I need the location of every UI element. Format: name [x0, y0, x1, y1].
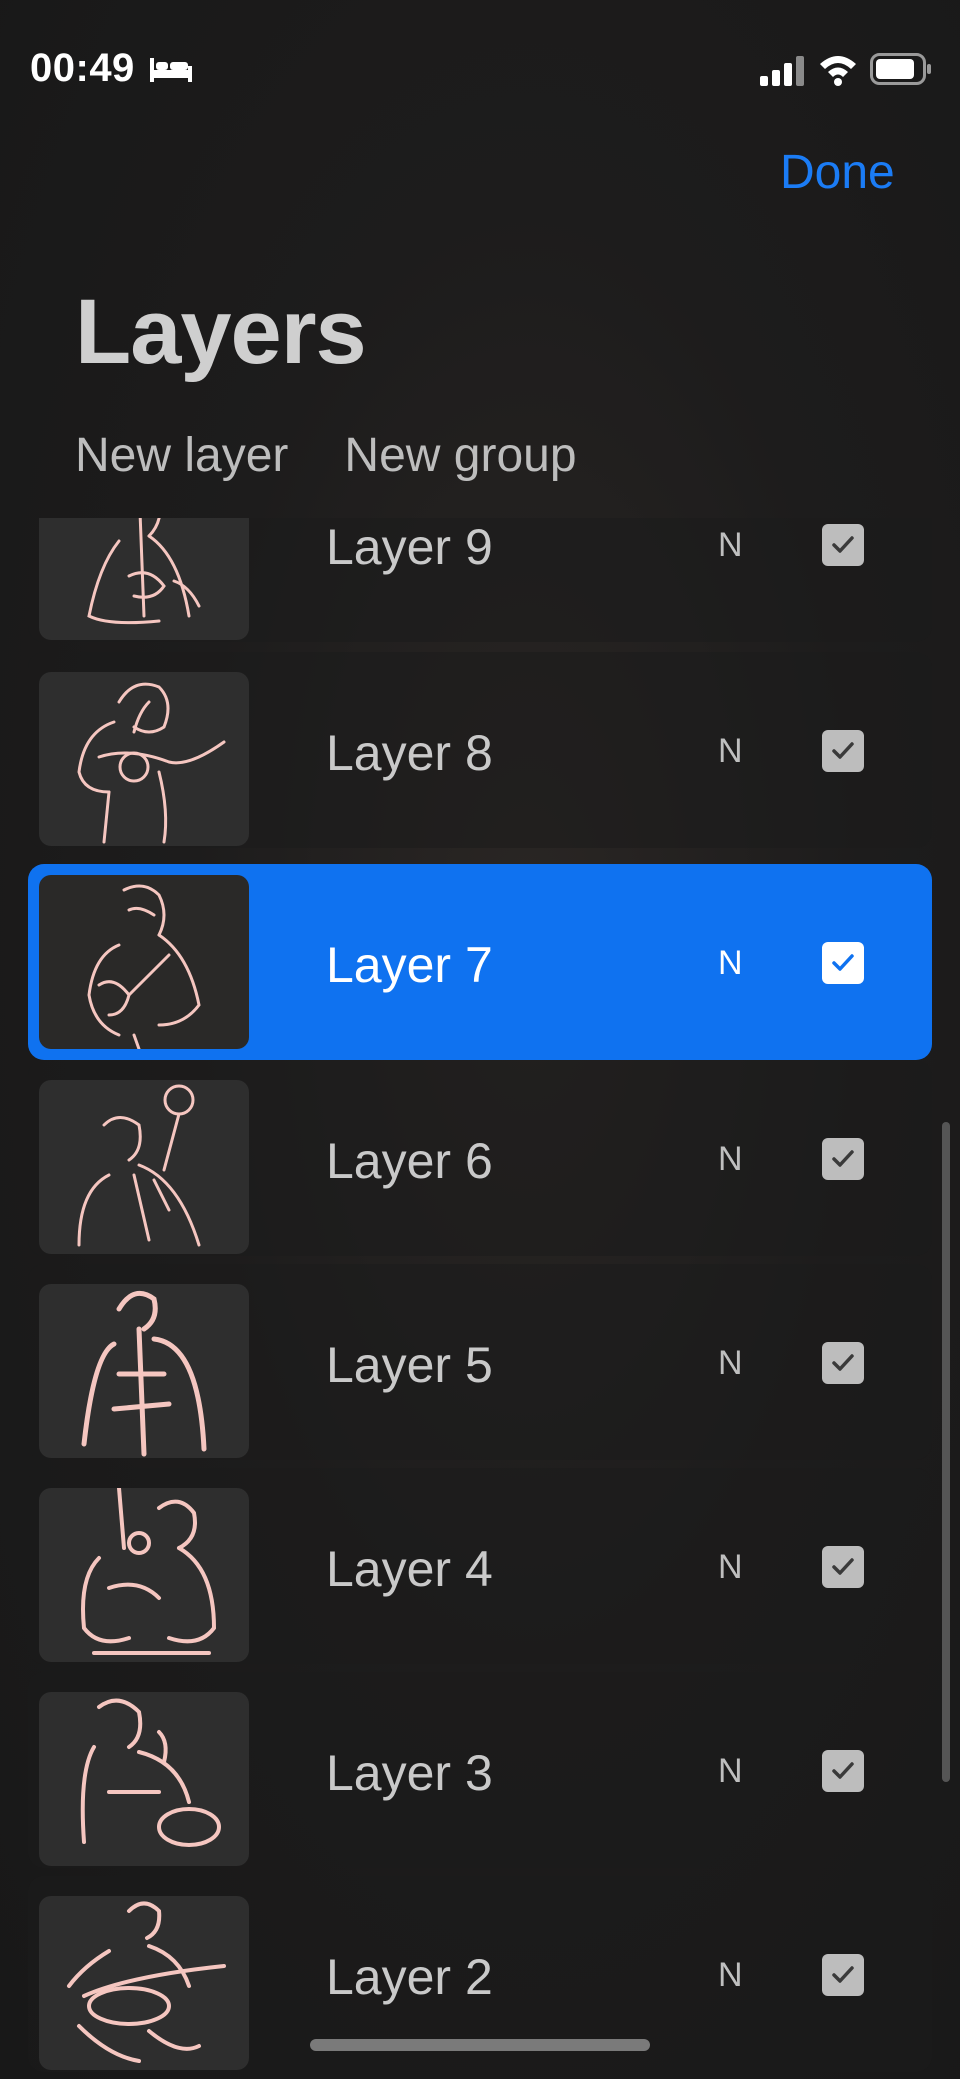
visibility-checkbox[interactable]: [822, 942, 864, 984]
visibility-checkbox[interactable]: [822, 1342, 864, 1384]
status-time: 00:49: [30, 46, 135, 90]
visibility-checkbox[interactable]: [822, 1546, 864, 1588]
blend-mode-button[interactable]: N: [718, 944, 743, 983]
layers-screen: 00:49 Done Layers New layer New group La…: [0, 0, 960, 2079]
home-indicator[interactable]: [310, 2039, 650, 2051]
blend-mode-button[interactable]: N: [718, 1752, 743, 1791]
layer-row-7[interactable]: Layer 7 N: [28, 864, 932, 1060]
layer-actions: New layer New group: [75, 428, 577, 483]
layer-thumbnail: [39, 672, 249, 846]
visibility-checkbox[interactable]: [822, 730, 864, 772]
layer-name: Layer 2: [326, 1949, 493, 2005]
new-layer-button[interactable]: New layer: [75, 428, 288, 483]
visibility-checkbox[interactable]: [822, 1750, 864, 1792]
done-button[interactable]: Done: [780, 145, 895, 200]
blend-mode-button[interactable]: N: [718, 1344, 743, 1383]
scrollbar[interactable]: [942, 1122, 950, 1782]
layer-row-4[interactable]: Layer 4 N: [28, 1468, 932, 1664]
signal-icon: [760, 56, 806, 86]
layer-name: Layer 5: [326, 1337, 493, 1393]
sleep-icon: [150, 56, 192, 82]
layer-name: Layer 7: [326, 937, 493, 993]
blend-mode-button[interactable]: N: [718, 1140, 743, 1179]
battery-icon: [870, 52, 932, 86]
layer-name: Layer 4: [326, 1541, 493, 1597]
blend-mode-button[interactable]: N: [718, 1548, 743, 1587]
layer-thumbnail: [39, 1896, 249, 2070]
layer-thumbnail: [39, 1080, 249, 1254]
blend-mode-button[interactable]: N: [718, 1956, 743, 1995]
layer-row-6[interactable]: Layer 6 N: [28, 1060, 932, 1256]
layer-thumbnail: [39, 875, 249, 1049]
layer-name: Layer 6: [326, 1133, 493, 1189]
blend-mode-button[interactable]: N: [718, 526, 743, 565]
visibility-checkbox[interactable]: [822, 1954, 864, 1996]
visibility-checkbox[interactable]: [822, 524, 864, 566]
wifi-icon: [818, 52, 858, 86]
layer-row-8[interactable]: Layer 8 N: [28, 652, 932, 848]
new-group-button[interactable]: New group: [344, 428, 576, 483]
visibility-checkbox[interactable]: [822, 1138, 864, 1180]
layer-name: Layer 9: [326, 519, 493, 575]
layer-row-3[interactable]: Layer 3 N: [28, 1672, 932, 1868]
layer-thumbnail: [39, 1284, 249, 1458]
layer-name: Layer 3: [326, 1745, 493, 1801]
layer-row-9[interactable]: Layer 9 N: [28, 518, 932, 642]
layer-name: Layer 8: [326, 725, 493, 781]
layer-thumbnail: [39, 1692, 249, 1866]
layer-list[interactable]: Layer 9 N Layer 8 N Layer 7 N Layer 6 N …: [0, 518, 960, 2079]
blend-mode-button[interactable]: N: [718, 732, 743, 771]
layer-thumbnail: [39, 518, 249, 640]
status-bar: 00:49: [0, 0, 960, 140]
layer-thumbnail: [39, 1488, 249, 1662]
layer-row-5[interactable]: Layer 5 N: [28, 1264, 932, 1460]
page-title: Layers: [75, 281, 367, 383]
